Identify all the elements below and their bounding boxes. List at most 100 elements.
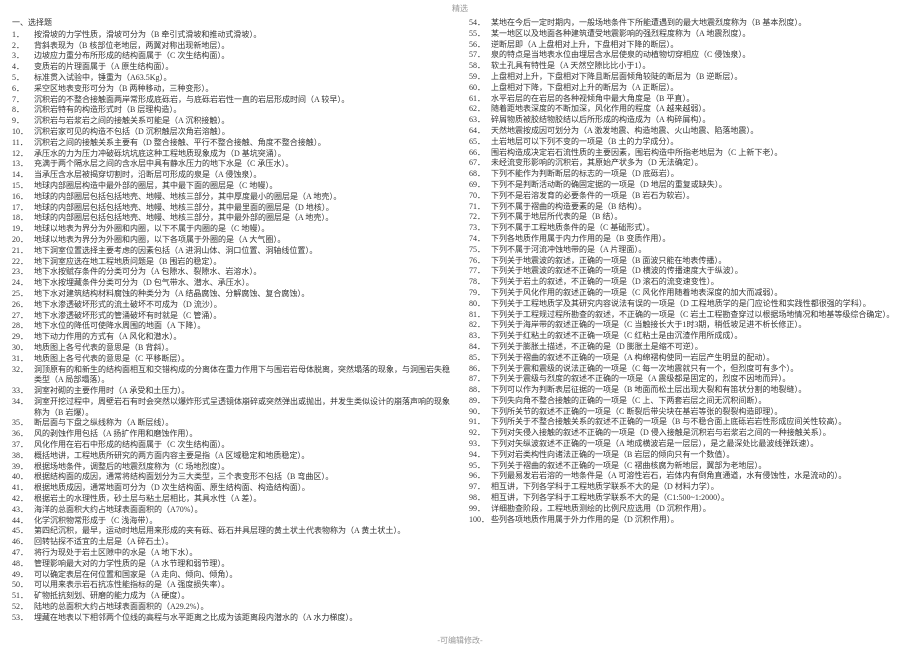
section-title: 一、选择题 [12, 18, 451, 29]
question-number: 58． [469, 61, 491, 72]
question-number: 53． [12, 613, 34, 624]
question-row: 85．下列关于褶曲的叙述不正确的一项是（A 构绵褶构使同一岩层产生明显的配动）。 [469, 353, 908, 364]
question-row: 27．地下水渗透破坏形式的管涌破坏有时就是（C 管涌）。 [12, 311, 451, 322]
question-text: 地下水对建筑结构材料腐蚀的种类分为（A 结晶腐蚀、分解腐蚀、复合腐蚀）。 [34, 289, 451, 300]
question-number: 65． [469, 137, 491, 148]
question-number: 43． [12, 505, 34, 516]
question-text: 下列关于褶曲的叙述不正确的一项是（C 褶曲核腐为新地层，翼部为老地层）。 [491, 461, 908, 472]
question-row: 13．充满于两个隔水层之间的含水层中具有静水压力的地下水是（C 承压水）。 [12, 159, 451, 170]
question-row: 84．下列关于膨胀土描述，不正确的是（D 膨胀土是缩不可逆）。 [469, 342, 908, 353]
question-text: 背斜表现为（B 核部位老地层，两翼对称出现新地层）。 [34, 41, 451, 52]
question-row: 79．下列关于风化作用的叙述正确的一项是（C 风化作用随着地表深度的加大而减弱）… [469, 288, 908, 299]
question-number: 75． [469, 245, 491, 256]
question-number: 90． [469, 407, 491, 418]
question-text: 沉积岩的不整合接触面两岸常形成底砾岩，与底砾岩岩性一直的岩层形成时间（A 较早）… [34, 95, 451, 106]
question-number: 6． [12, 84, 34, 95]
question-row: 69．下列不是判断活动断的确固定据的一项是（D 地层的重复或缺失）。 [469, 180, 908, 191]
question-number: 46． [12, 537, 34, 548]
question-row: 3．边坡应力重分布所形成的结构面属于（C 次生结构面）。 [12, 51, 451, 62]
question-number: 45． [12, 526, 34, 537]
question-row: 78．下列关于岩土的叙述，不正确的一项是（D 滚石的流变速变性）。 [469, 277, 908, 288]
question-text: 地下水渗透破坏形式的管涌破坏有时就是（C 管涌）。 [34, 311, 451, 322]
question-text: 沉积岩特有的构造形式时（B 层理构造）。 [34, 105, 451, 116]
question-row: 4．变质岩的片理面属于（A 原生结构面）。 [12, 62, 451, 73]
question-number: 56． [469, 40, 491, 51]
question-number: 81． [469, 310, 491, 321]
question-text: 沉积岩之间的接触关系主要有（D 整合接触、平行不整合接触、角度不整合接触）。 [34, 138, 451, 149]
question-text: 下列失向角不整合接触的正确的一项是（C 上、下两套岩层之间无沉积间断）。 [491, 396, 908, 407]
question-text: 随着距地表深度的不断加深，风化作用的程度（A 越来越弱）。 [491, 104, 908, 115]
question-row: 65．土岩地层可以下列不变的一项是（B 土的力学成分）。 [469, 137, 908, 148]
question-row: 32．洞顶原有的和新生的结构面相互和交错构成的分离体在重力作用下与围岩岩母体脱离… [12, 365, 451, 387]
question-text: 地球以地表为界分为外圈和内圈，以下各项属于外圈的是（A 大气圈）。 [34, 235, 451, 246]
question-text: 下列关于褶曲的叙述不正确的一项是（A 构绵褶构使同一岩层产生明显的配动）。 [491, 353, 908, 364]
question-number: 3． [12, 51, 34, 62]
question-text: 概括地讲，工程地质所研究的两方面内容主要是指（A 区域稳定和地质稳定）。 [34, 451, 451, 462]
question-number: 79． [469, 288, 491, 299]
question-number: 49． [12, 570, 34, 581]
question-text: 变质岩的片理面属于（A 原生结构面）。 [34, 62, 451, 73]
question-row: 5．标准贯入试验中，锤重为（A63.5Kg）。 [12, 73, 451, 84]
question-number: 64． [469, 126, 491, 137]
question-row: 64．天然地震按成因可划分为（A 激发地震、构造地震、火山地震、陷落地震）。 [469, 126, 908, 137]
question-text: 地下水位的降低可使降水周围的地面（A 下降）。 [34, 321, 451, 332]
question-number: 24． [12, 278, 34, 289]
question-number: 20． [12, 235, 34, 246]
question-number: 68． [469, 169, 491, 180]
question-number: 10． [12, 127, 34, 138]
question-text: 地球内部圈层构造中最外部的圈层，其中最下面的圈层是（C 地幔）。 [34, 181, 451, 192]
question-text: 地质图上各号代表的意思是（C 平移断层）。 [34, 354, 451, 365]
question-row: 31．地质图上各号代表的意思是（C 平移断层）。 [12, 354, 451, 365]
question-row: 21．地下洞室位置选择主要考虑的因素包括（A 进洞山体、洞口位置、洞轴线位置）。 [12, 246, 451, 257]
question-number: 84． [469, 342, 491, 353]
question-row: 55．某一地区以及地面各种建筑遭受地震影响的强烈程度称为（A 地震烈度）。 [469, 29, 908, 40]
question-text: 地下洞室应选在地工程地质问题是（B 围岩的稳定）。 [34, 257, 451, 268]
question-number: 71． [469, 202, 491, 213]
question-text: 地下水渗透破坏形式的流土破坏不可成为（D 流沙）。 [34, 300, 451, 311]
question-row: 74．下列各地质作用属于内力作用的是（B 变质作用）。 [469, 234, 908, 245]
question-list: 1．按滑坡的力学性质，滑坡可分为（B 牵引式滑坡和推动式滑坡）。2．背斜表现为（… [12, 18, 908, 633]
question-text: 陆地的总面积大约占地球表面面积的（A29.2%）。 [34, 602, 451, 613]
question-number: 96． [469, 471, 491, 482]
question-row: 63．碎屑物质被胶结物胶结以后所形成的构造成为（A 构碎屑构）。 [469, 115, 908, 126]
question-row: 82．下列关于海岸带的叙述正确的一项是（C 当触接长大于1时3期，稍低坡足进不析… [469, 320, 908, 331]
question-text: 埋藏在地表以下相邻两个位线的高程与水平距离之比成为该距离段内潜水的（A 水力梯度… [34, 613, 451, 624]
question-row: 37．风化作用在岩石中形成的结构面属于（C 次生结构面）。 [12, 440, 451, 451]
question-row: 71．下列不属于褶曲的构造要素的是（B 结构）。 [469, 202, 908, 213]
question-row: 66．围岩构造成决定岩石流性质的主要因素，围岩构造中所指老地层为（C 上新下老）… [469, 148, 908, 159]
question-number: 69． [469, 180, 491, 191]
question-number: 22． [12, 257, 34, 268]
question-number: 21． [12, 246, 34, 257]
question-text: 回转钻探不适宜的土层是（A 碎石土）。 [34, 537, 451, 548]
question-text: 详细勘查阶段，工程地质测绘的比例尺应选用（D 沉积作用）。 [491, 504, 908, 515]
question-number: 44． [12, 516, 34, 527]
question-text: 下列不属于河流冲蚀地带的是（A 片理面）。 [491, 245, 908, 256]
question-number: 11． [12, 138, 34, 149]
question-text: 下列关于海岸带的叙述正确的一项是（C 当触接长大于1时3期，稍低坡足进不析长修正… [491, 320, 908, 331]
question-number: 38． [12, 451, 34, 462]
question-text: 管理影响最大对的力学性质的是（A 水节理和弱节理）。 [34, 559, 451, 570]
question-row: 98．相互讲，下列各学科于工程地质学联系不大的是（C1:500~1:2000）。 [469, 493, 908, 504]
question-text: 碎屑物质被胶结物胶结以后所形成的构造成为（A 构碎屑构）。 [491, 115, 908, 126]
question-text: 地球以地表为界分为外圈和内圈，以下不属于内圈的是（C 地幔）。 [34, 224, 451, 235]
question-number: 60． [469, 83, 491, 94]
question-number: 31． [12, 354, 34, 365]
question-text: 可以确定表层在何位置和国家是（A 走向、倾向、倾角）。 [34, 570, 451, 581]
question-row: 28．地下水位的降低可使降水周围的地面（A 下降）。 [12, 321, 451, 332]
question-row: 73．下列不属于工程地质条件的是（C 基础形式）。 [469, 223, 908, 234]
question-text: 下列不属于工程地质条件的是（C 基础形式）。 [491, 223, 908, 234]
question-number: 33． [12, 386, 34, 397]
question-row: 91．下列所关于不整合接触关系的叙述不正确的一项是（B 与不稳合面上底砾岩岩性形… [469, 417, 908, 428]
question-row: 76．下列关于地震波的叙述，正确的一项是（B 面波只能在地表传播）。 [469, 256, 908, 267]
question-text: 下列关于工程规过程所勘查的叙述，不正确的一项是（C 岩土工程勘查穿过以根据场地情… [491, 310, 908, 321]
question-number: 99． [469, 504, 491, 515]
question-row: 30．地质图上各号代表的意思是（B 背斜）。 [12, 343, 451, 354]
question-row: 77．下列关于地震波的叙述不正确的一项是（D 横波的传播速度大于纵波）。 [469, 266, 908, 277]
question-row: 52．陆地的总面积大约占地球表面面积的（A29.2%）。 [12, 602, 451, 613]
question-row: 99．详细勘查阶段，工程地质测绘的比例尺应选用（D 沉积作用）。 [469, 504, 908, 515]
question-row: 44．化学沉积物常形成于（C 浅海带）。 [12, 516, 451, 527]
question-row: 9．沉积岩与岩浆岩之间的接触关系可能是（A 沉积接触）。 [12, 116, 451, 127]
question-text: 下列不属于地层所代表的是（B 结）。 [491, 212, 908, 223]
question-row: 16．地球的内部圈层包括包括地壳、地幔、地核三部分，其中厚度最小的圈层是（A 地… [12, 192, 451, 203]
question-number: 29． [12, 332, 34, 343]
